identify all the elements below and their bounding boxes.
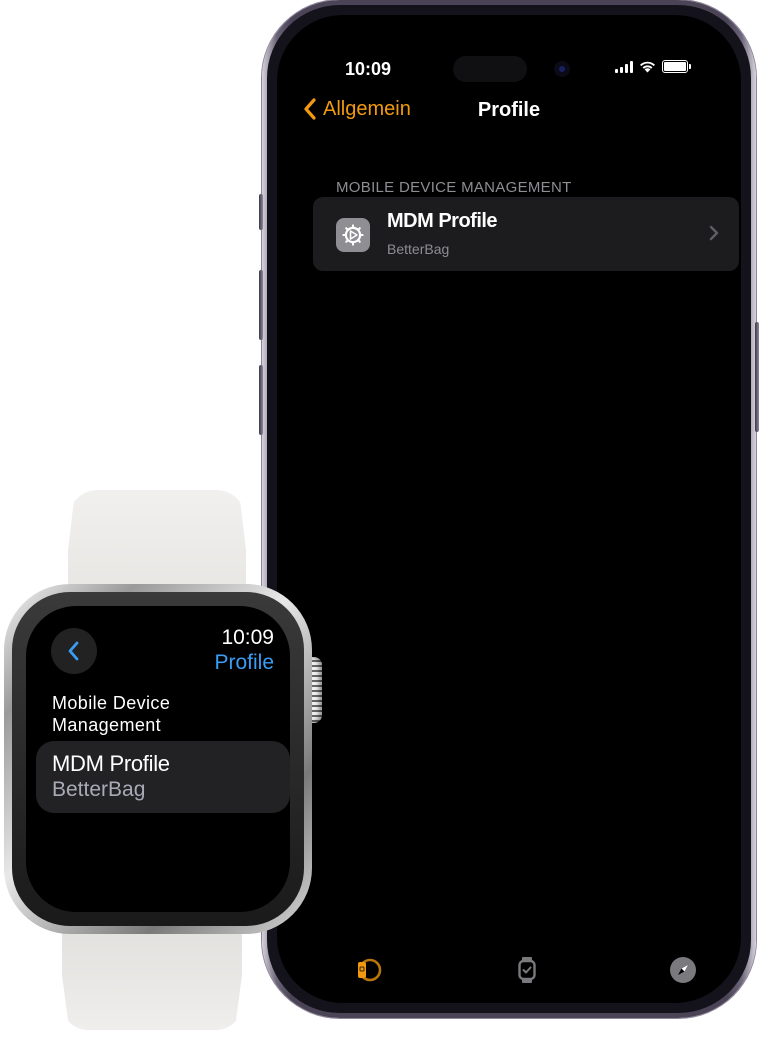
action-button [259, 194, 263, 230]
watch-section-header: Mobile Device Management [52, 693, 171, 735]
tab-my-watch-faces[interactable] [324, 955, 414, 1003]
battery-icon [662, 60, 691, 73]
watch-screen: 10:09 Profile Mobile Device Management M… [26, 606, 290, 912]
watch-case: 10:09 Profile Mobile Device Management M… [4, 584, 312, 934]
gear-icon [336, 218, 370, 252]
chevron-right-icon [709, 225, 719, 241]
tab-watch[interactable] [482, 955, 572, 1003]
volume-down-button [259, 365, 263, 435]
volume-up-button [259, 270, 263, 340]
compass-icon [670, 957, 696, 983]
iphone-device: 10:09 Allgemein Profile MOBILE DEVICE MA… [259, 0, 759, 1018]
watch-page-title: Profile [214, 651, 274, 674]
chevron-left-icon [68, 641, 79, 661]
tab-bar [277, 955, 741, 1003]
front-camera [554, 61, 570, 77]
watch-time: 10:09 [221, 626, 274, 649]
phone-screen: 10:09 Allgemein Profile MOBILE DEVICE MA… [277, 15, 741, 1003]
cellular-signal-icon [615, 60, 633, 73]
mdm-profile-row[interactable]: MDM Profile BetterBag [313, 197, 739, 271]
row-subtitle: BetterBag [387, 241, 450, 257]
wifi-icon [640, 61, 655, 73]
section-header: MOBILE DEVICE MANAGEMENT [336, 179, 572, 196]
watch-back-button[interactable] [51, 628, 97, 674]
dynamic-island [453, 56, 527, 82]
watch-mdm-profile-row[interactable]: MDM Profile BetterBag [36, 741, 290, 813]
watch-bezel: 10:09 Profile Mobile Device Management M… [12, 592, 304, 926]
page-title: Profile [477, 99, 541, 121]
phone-bezel: 10:09 Allgemein Profile MOBILE DEVICE MA… [267, 5, 751, 1013]
status-icons [615, 60, 691, 73]
watch-row-title: MDM Profile [52, 751, 170, 776]
status-time: 10:09 [345, 59, 392, 79]
watch-faces-icon [358, 958, 382, 982]
watch-band-bottom [62, 930, 242, 1030]
watch-row-subtitle: BetterBag [52, 778, 146, 801]
watch-icon [518, 957, 536, 983]
row-title: MDM Profile [387, 210, 498, 232]
tab-discover[interactable] [638, 955, 728, 1003]
side-button [755, 322, 759, 432]
